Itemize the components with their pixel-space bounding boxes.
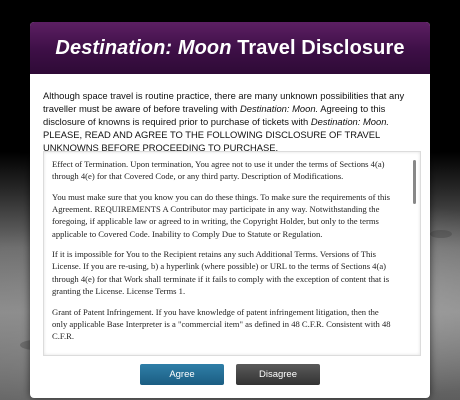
dialog-title-rest: Travel Disclosure	[231, 36, 405, 59]
travel-disclosure-dialog: Destination: Moon Travel Disclosure Alth…	[30, 22, 430, 398]
scrollbar-thumb[interactable]	[413, 160, 416, 204]
agree-button[interactable]: Agree	[140, 364, 224, 385]
terms-paragraph: You must make sure that you know you can…	[52, 191, 391, 239]
dialog-title-brand: Destination: Moon	[55, 36, 232, 59]
intro-part-3: PLEASE, READ AND AGREE TO THE FOLLOWING …	[43, 129, 380, 153]
dialog-header: Destination: Moon Travel Disclosure	[30, 22, 430, 74]
crater	[430, 230, 452, 238]
intro-brand-1: Destination: Moon.	[239, 103, 319, 114]
terms-paragraph: Effect of Termination. Upon termination,…	[52, 159, 385, 182]
terms-scroll-area[interactable]: Effect of Termination. Upon termination,…	[43, 151, 421, 356]
terms-text: Effect of Termination. Upon termination,…	[52, 158, 395, 351]
intro-brand-2: Destination: Moon.	[310, 116, 390, 127]
intro-text: Although space travel is routine practic…	[43, 89, 419, 154]
disagree-button[interactable]: Disagree	[236, 364, 320, 385]
terms-paragraph: If it is impossible for You to the Recip…	[52, 249, 390, 296]
terms-paragraph: Grant of Patent Infringement. If you hav…	[52, 306, 391, 341]
